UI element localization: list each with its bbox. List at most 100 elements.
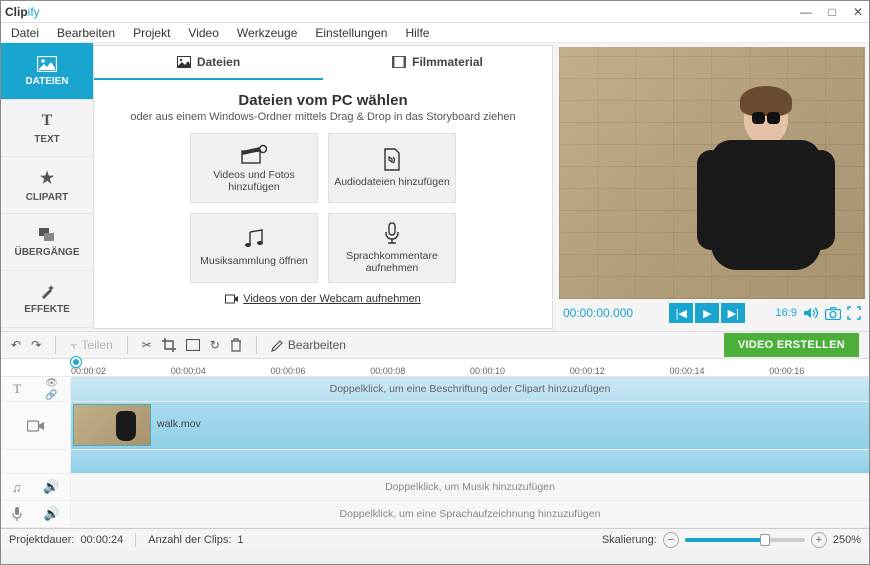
redo-button[interactable]: ↷ bbox=[31, 338, 41, 352]
files-icon bbox=[177, 56, 191, 68]
menu-werkzeuge[interactable]: Werkzeuge bbox=[237, 26, 297, 40]
sidebar-dateien[interactable]: DATEIEN bbox=[1, 43, 93, 100]
menu-video[interactable]: Video bbox=[188, 26, 218, 40]
menu-einstellungen[interactable]: Einstellungen bbox=[315, 26, 387, 40]
menu-hilfe[interactable]: Hilfe bbox=[405, 26, 429, 40]
rotate-button[interactable]: ↻ bbox=[210, 338, 220, 352]
sidebar-label: ÜBERGÄNGE bbox=[14, 247, 79, 258]
audiofile-icon bbox=[382, 148, 402, 172]
music-hint: Doppelklick, um Musik hinzuzufügen bbox=[71, 474, 869, 500]
scale-label: Skalierung: bbox=[602, 534, 657, 546]
layers-icon bbox=[38, 227, 56, 243]
sidebar-effekte[interactable]: EFFEKTE bbox=[1, 271, 93, 328]
sidebar-clipart[interactable]: ★ CLIPART bbox=[1, 157, 93, 214]
clip-name: walk.mov bbox=[157, 418, 201, 430]
edit-button[interactable]: Bearbeiten bbox=[271, 338, 346, 352]
preview-pane: 00:00:00.000 |◀ ▶ ▶| 16:9 bbox=[555, 43, 869, 331]
visibility-icon[interactable]: 👁🔗 bbox=[45, 378, 58, 401]
tab-label: Filmmaterial bbox=[412, 55, 483, 69]
image-icon bbox=[37, 56, 57, 72]
sidebar: DATEIEN T TEXT ★ CLIPART ÜBERGÄNGE EFFEK… bbox=[1, 43, 93, 331]
minimize-button[interactable]: — bbox=[799, 5, 813, 19]
clapper-icon bbox=[241, 143, 267, 165]
timeline-toolbar: ↶ ↷ ⫟ Teilen ✂ ↻ Bearbeiten VIDEO ERSTEL… bbox=[1, 331, 869, 359]
sidebar-text[interactable]: T TEXT bbox=[1, 100, 93, 157]
snapshot-icon[interactable] bbox=[825, 307, 841, 320]
cut-button[interactable]: ✂ bbox=[142, 338, 152, 352]
media-title: Dateien vom PC wählen bbox=[238, 92, 407, 109]
volume-icon[interactable] bbox=[803, 306, 819, 320]
menu-bearbeiten[interactable]: Bearbeiten bbox=[57, 26, 115, 40]
menu-projekt[interactable]: Projekt bbox=[133, 26, 170, 40]
tab-filmmaterial[interactable]: Filmmaterial bbox=[323, 46, 552, 80]
music-track-icon: ♫ bbox=[12, 480, 22, 495]
timecode: 00:00:00.000 bbox=[563, 306, 633, 320]
video-track-icon bbox=[27, 419, 45, 433]
zoom-slider[interactable] bbox=[685, 538, 805, 542]
record-voice-button[interactable]: Sprachkommentare aufnehmen bbox=[328, 213, 456, 283]
add-videos-photos-button[interactable]: Videos und Fotos hinzufügen bbox=[190, 133, 318, 203]
pencil-icon bbox=[271, 339, 284, 352]
create-video-button[interactable]: VIDEO ERSTELLEN bbox=[724, 333, 859, 357]
play-button[interactable]: ▶ bbox=[695, 303, 719, 323]
app-logo: Clipify bbox=[5, 5, 40, 19]
caption-track[interactable]: T 👁🔗 Doppelklick, um eine Beschriftung o… bbox=[1, 377, 869, 402]
maximize-button[interactable]: □ bbox=[825, 5, 839, 19]
film-icon bbox=[392, 56, 406, 68]
sidebar-uebergaenge[interactable]: ÜBERGÄNGE bbox=[1, 214, 93, 271]
add-audio-button[interactable]: Audiodateien hinzufügen bbox=[328, 133, 456, 203]
sidebar-label: CLIPART bbox=[26, 192, 69, 203]
close-button[interactable]: ✕ bbox=[851, 5, 865, 19]
window-controls: — □ ✕ bbox=[799, 5, 865, 19]
video-clip[interactable] bbox=[73, 404, 151, 446]
prev-frame-button[interactable]: |◀ bbox=[669, 303, 693, 323]
mic-icon bbox=[382, 222, 402, 246]
mic-track-icon bbox=[11, 506, 23, 522]
sidebar-label: EFFEKTE bbox=[24, 304, 70, 315]
webcam-label: Videos von der Webcam aufnehmen bbox=[243, 293, 421, 305]
zoom-in-button[interactable]: + bbox=[811, 532, 827, 548]
music-track[interactable]: ♫ 🔊 Doppelklick, um Musik hinzuzufügen bbox=[1, 474, 869, 501]
zoom-out-button[interactable]: − bbox=[663, 532, 679, 548]
mute-icon[interactable]: 🔊 bbox=[44, 506, 60, 522]
tab-dateien[interactable]: Dateien bbox=[94, 46, 323, 80]
timeline-ruler[interactable]: 00:00:0200:00:0400:00:0600:00:0800:00:10… bbox=[1, 359, 869, 377]
playhead[interactable] bbox=[71, 357, 81, 367]
text-track-icon: T bbox=[13, 381, 21, 397]
next-frame-button[interactable]: ▶| bbox=[721, 303, 745, 323]
open-music-button[interactable]: Musiksammlung öffnen bbox=[190, 213, 318, 283]
tile-label: Sprachkommentare aufnehmen bbox=[333, 250, 451, 274]
aspect-ratio[interactable]: 16:9 bbox=[776, 307, 797, 319]
media-subtitle: oder aus einem Windows-Ordner mittels Dr… bbox=[130, 111, 515, 123]
star-icon: ★ bbox=[40, 168, 54, 188]
crop-button[interactable] bbox=[162, 338, 176, 352]
record-webcam-link[interactable]: Videos von der Webcam aufnehmen bbox=[225, 293, 421, 305]
timeline: 00:00:0200:00:0400:00:0600:00:0800:00:10… bbox=[1, 359, 869, 528]
voice-track[interactable]: 🔊 Doppelklick, um eine Sprachaufzeichnun… bbox=[1, 501, 869, 528]
delete-button[interactable] bbox=[230, 338, 242, 352]
wand-icon bbox=[39, 284, 55, 300]
tab-label: Dateien bbox=[197, 55, 240, 69]
split-icon: ⫟ bbox=[70, 338, 77, 353]
menu-datei[interactable]: Datei bbox=[11, 26, 39, 40]
clips-value: 1 bbox=[237, 534, 243, 546]
undo-button[interactable]: ↶ bbox=[11, 338, 21, 352]
frame-button[interactable] bbox=[186, 339, 200, 351]
split-button[interactable]: ⫟ Teilen bbox=[70, 338, 113, 353]
video-track-bar[interactable] bbox=[1, 450, 869, 474]
text-icon: T bbox=[42, 112, 53, 130]
tile-label: Videos und Fotos hinzufügen bbox=[195, 169, 313, 193]
media-panel: Dateien Filmmaterial Dateien vom PC wähl… bbox=[93, 45, 553, 329]
sidebar-label: TEXT bbox=[34, 134, 60, 145]
clips-label: Anzahl der Clips: bbox=[148, 534, 231, 546]
mute-icon[interactable]: 🔊 bbox=[43, 479, 59, 495]
duration-label: Projektdauer: bbox=[9, 534, 74, 546]
fullscreen-icon[interactable] bbox=[847, 306, 861, 320]
preview-video[interactable] bbox=[559, 47, 865, 299]
video-track[interactable]: walk.mov bbox=[1, 402, 869, 450]
tile-label: Audiodateien hinzufügen bbox=[334, 176, 450, 188]
music-icon bbox=[242, 229, 266, 251]
statusbar: Projektdauer: 00:00:24 Anzahl der Clips:… bbox=[1, 528, 869, 550]
webcam-icon bbox=[225, 293, 239, 305]
caption-hint: Doppelklick, um eine Beschriftung oder C… bbox=[71, 377, 869, 401]
